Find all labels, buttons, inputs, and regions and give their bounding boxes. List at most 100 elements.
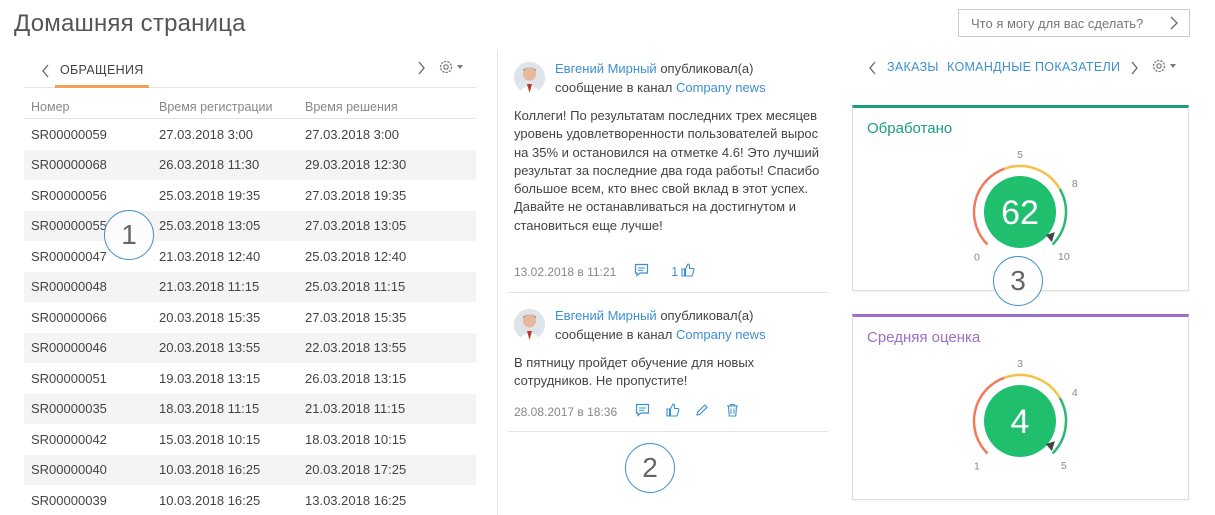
column-header[interactable]: Номер — [24, 100, 152, 114]
chevron-right-icon[interactable] — [1129, 61, 1139, 75]
tab-orders[interactable]: ЗАКАЗЫ — [887, 60, 939, 74]
table-row[interactable]: SR00000055 25.03.2018 13:05 27.03.2018 13:… — [24, 210, 476, 241]
table-cell: 27.03.2018 19:35 — [305, 187, 407, 203]
gauge-mid-label: 3 — [1017, 358, 1023, 370]
feed-panel: Евгений Мирный опубликовал(а) сообщение … — [508, 55, 828, 432]
table-cell: SR00000040 — [31, 462, 107, 478]
table-cell: 20.03.2018 15:35 — [159, 309, 261, 325]
table-cell: 18.03.2018 11:15 — [159, 401, 260, 417]
post-header: Евгений Мирный опубликовал(а) сообщение … — [555, 59, 825, 97]
table-row[interactable]: SR00000066 20.03.2018 15:35 27.03.2018 15:… — [24, 302, 476, 333]
table-cell: 27.03.2018 15:35 — [305, 309, 407, 325]
table-cell: SR00000056 — [31, 187, 107, 203]
cases-table: Номер Время регистрации Время решения SR… — [24, 95, 476, 515]
table-row[interactable]: SR00000035 18.03.2018 11:15 21.03.2018 11:… — [24, 393, 476, 424]
table-row[interactable]: SR00000059 27.03.2018 3:00 27.03.2018 3:00 — [24, 119, 476, 150]
table-row[interactable]: SR00000046 20.03.2018 13:55 22.03.2018 13:… — [24, 332, 476, 363]
like-icon[interactable] — [681, 263, 695, 280]
table-cell: 26.03.2018 13:15 — [305, 370, 407, 386]
post-text: В пятницу пройдет обучение для новых сот… — [514, 355, 755, 389]
gauge-mid-label: 5 — [1017, 149, 1023, 161]
table-cell: SR00000035 — [31, 401, 107, 417]
gauge-value: 62 — [1001, 194, 1039, 232]
table-row[interactable]: SR00000056 25.03.2018 19:35 27.03.2018 19:… — [24, 180, 476, 211]
table-cell: 10.03.2018 16:25 — [159, 492, 261, 508]
table-cell: 15.03.2018 10:15 — [159, 431, 261, 447]
edit-icon[interactable] — [695, 403, 709, 420]
tab-team-metrics[interactable]: КОМАНДНЫЕ ПОКАЗАТЕЛИ — [947, 60, 1120, 74]
table-row[interactable]: SR00000048 21.03.2018 11:15 25.03.2018 11:… — [24, 271, 476, 302]
table-cell: 27.03.2018 3:00 — [159, 126, 253, 142]
gauge-min-label: 1 — [974, 461, 980, 473]
table-row[interactable]: SR00000040 10.03.2018 16:25 20.03.2018 17:… — [24, 454, 476, 485]
table-cell: 25.03.2018 12:40 — [305, 248, 407, 264]
cases-panel: ОБРАЩЕНИЯ Номер Время регистрации Время … — [24, 55, 476, 515]
table-row[interactable]: SR00000042 15.03.2018 10:15 18.03.2018 10:… — [24, 424, 476, 455]
column-header[interactable]: Время регистрации — [152, 100, 299, 114]
feed-post: Евгений Мирный опубликовал(а) сообщение … — [508, 55, 828, 293]
table-row[interactable]: SR00000047 21.03.2018 12:40 25.03.2018 12:… — [24, 241, 476, 272]
callout-marker: 1 — [104, 210, 154, 260]
table-cell: 29.03.2018 12:30 — [305, 157, 407, 173]
table-row[interactable]: SR00000051 19.03.2018 13:15 26.03.2018 13:… — [24, 363, 476, 394]
post-meta: 13.02.2018 в 11:21 1 — [514, 263, 695, 280]
table-cell: SR00000059 — [31, 126, 107, 142]
assistant-search-box[interactable]: Что я могу для вас сделать? — [958, 9, 1190, 37]
table-cell: 18.03.2018 10:15 — [305, 431, 407, 447]
table-cell: 27.03.2018 13:05 — [305, 218, 407, 234]
gear-icon[interactable] — [1150, 57, 1182, 75]
gauge-upper-label: 4 — [1072, 387, 1078, 399]
feed-post: Евгений Мирный опубликовал(а) сообщение … — [508, 293, 828, 432]
like-icon[interactable] — [666, 403, 680, 420]
post-author[interactable]: Евгений Мирный — [555, 61, 657, 76]
comment-icon[interactable] — [635, 403, 650, 420]
post-date: 28.08.2017 в 18:36 — [514, 404, 618, 419]
post-channel[interactable]: Company news — [676, 80, 766, 95]
table-cell: 20.03.2018 13:55 — [159, 340, 261, 356]
table-body: SR00000059 27.03.2018 3:00 27.03.2018 3:00… — [24, 119, 476, 515]
trash-icon[interactable] — [726, 403, 739, 420]
avatar[interactable] — [514, 309, 545, 340]
table-cell: 10.03.2018 16:25 — [159, 462, 261, 478]
table-cell: SR00000066 — [31, 309, 107, 325]
callout-marker: 3 — [993, 256, 1043, 306]
chevron-right-icon[interactable] — [416, 61, 426, 75]
gauge-card-average-rating[interactable]: 4 1 3 4 5 Средняя оценка — [852, 314, 1189, 500]
table-cell: 22.03.2018 13:55 — [305, 340, 407, 356]
avatar[interactable] — [514, 62, 545, 93]
table-row[interactable]: SR00000039 10.03.2018 16:25 13.03.2018 16:… — [24, 485, 476, 515]
table-cell: 21.03.2018 11:15 — [305, 401, 406, 417]
comment-icon[interactable] — [634, 263, 649, 280]
post-author[interactable]: Евгений Мирный — [555, 308, 657, 323]
table-cell: 26.03.2018 11:30 — [159, 157, 260, 173]
gauge-max-label: 5 — [1061, 460, 1067, 472]
table-cell: SR00000068 — [31, 157, 107, 173]
column-header[interactable]: Время решения — [299, 100, 476, 114]
chevron-left-icon[interactable] — [41, 64, 51, 78]
dashboard-panel: ЗАКАЗЫ КОМАНДНЫЕ ПОКАЗАТЕЛИ 62 0 5 8 10 Обра… — [852, 55, 1190, 500]
gauge-max-label: 10 — [1058, 251, 1070, 263]
table-row[interactable]: SR00000068 26.03.2018 11:30 29.03.2018 12:… — [24, 149, 476, 180]
dashboard-tabs: ЗАКАЗЫ КОМАНДНЫЕ ПОКАЗАТЕЛИ — [852, 55, 1190, 83]
gauge-upper-label: 8 — [1072, 178, 1078, 190]
gauge-value: 4 — [1011, 403, 1030, 441]
post-channel[interactable]: Company news — [676, 327, 766, 342]
table-cell: 27.03.2018 3:00 — [305, 126, 399, 142]
post-text: Коллеги! По результатам последних трех м… — [514, 108, 820, 233]
gauge-min-label: 0 — [974, 252, 980, 264]
table-cell: 21.03.2018 11:15 — [159, 279, 260, 295]
chevron-right-icon — [1170, 16, 1178, 30]
chevron-left-icon[interactable] — [868, 61, 878, 75]
post-header: Евгений Мирный опубликовал(а) сообщение … — [555, 306, 825, 344]
table-cell: 25.03.2018 11:15 — [305, 279, 406, 295]
card-title: Обработано — [867, 120, 953, 137]
table-cell: 25.03.2018 13:05 — [159, 218, 261, 234]
active-tab-indicator — [55, 85, 149, 88]
like-count[interactable]: 1 — [671, 265, 678, 279]
table-cell: 25.03.2018 19:35 — [159, 187, 261, 203]
card-title: Средняя оценка — [867, 329, 981, 346]
table-cell: 20.03.2018 17:25 — [305, 462, 407, 478]
panel-divider — [497, 50, 498, 515]
gear-icon[interactable] — [437, 58, 469, 76]
tab-cases[interactable]: ОБРАЩЕНИЯ — [60, 63, 144, 77]
